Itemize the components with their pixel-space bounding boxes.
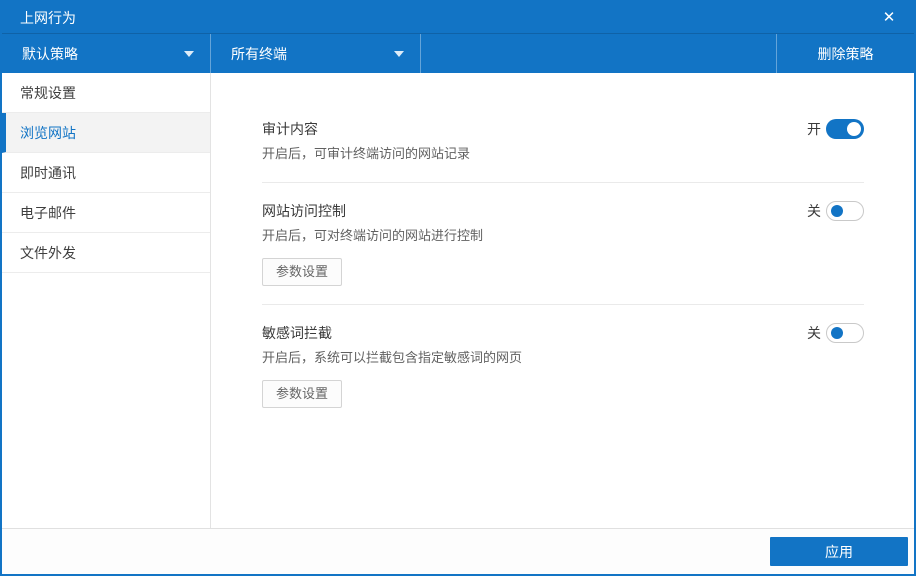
section-head: 敏感词拦截 关 [262,323,864,343]
toggle-wrap: 关 [807,323,864,343]
setting-description: 开启后，可对终端访问的网站进行控制 [262,228,484,243]
sidebar-item-browse-websites[interactable]: 浏览网站 [2,113,210,153]
chevron-down-icon [184,50,194,57]
sidebar-item-file-outgoing[interactable]: 文件外发 [2,233,210,273]
setting-description: 开启后，系统可以拦截包含指定敏感词的网页 [262,350,523,365]
settings-content: 审计内容 开 开启后，可审计终端访问的网站记录 网站访问控制 关 开启后，可对终… [211,73,914,528]
sidebar: 常规设置 浏览网站 即时通讯 电子邮件 文件外发 [2,73,211,528]
sidebar-item-email[interactable]: 电子邮件 [2,193,210,233]
website-access-control-toggle[interactable] [826,201,864,221]
sensitive-word-blocking-toggle[interactable] [826,323,864,343]
toggle-knob [831,327,843,339]
setting-description: 开启后，可审计终端访问的网站记录 [262,146,471,161]
section-head: 网站访问控制 关 [262,201,864,221]
apply-button[interactable]: 应用 [770,537,908,566]
internet-behavior-dialog: 上网行为 ✕ 默认策略 所有终端 删除策略 常规设置 浏览网站 即时通讯 电子邮… [0,0,916,576]
setting-label: 网站访问控制 [262,203,346,219]
delete-policy-button[interactable]: 删除策略 [776,34,914,73]
setting-label: 审计内容 [262,121,318,137]
footer-bar: 应用 [2,528,914,574]
setting-label: 敏感词拦截 [262,325,332,341]
toggle-knob [847,122,861,136]
parameter-settings-button[interactable]: 参数设置 [262,380,343,408]
policy-dropdown-value: 默认策略 [22,45,78,62]
audit-content-toggle[interactable] [826,119,864,139]
toggle-state-label: 开 [807,121,821,137]
sidebar-item-instant-messaging[interactable]: 即时通讯 [2,153,210,193]
dialog-body: 常规设置 浏览网站 即时通讯 电子邮件 文件外发 审计内容 开 开启后，可审计终… [2,73,914,528]
toggle-state-label: 关 [807,203,821,219]
policy-dropdown[interactable]: 默认策略 [2,34,211,73]
setting-section-website-access-control: 网站访问控制 关 开启后，可对终端访问的网站进行控制 参数设置 [262,183,864,305]
terminal-dropdown[interactable]: 所有终端 [211,34,421,73]
close-icon[interactable]: ✕ [878,7,900,29]
terminal-dropdown-value: 所有终端 [231,45,287,62]
chevron-down-icon [394,50,404,57]
toggle-wrap: 开 [807,119,864,139]
setting-section-sensitive-word-blocking: 敏感词拦截 关 开启后，系统可以拦截包含指定敏感词的网页 参数设置 [262,305,864,426]
section-head: 审计内容 开 [262,119,864,139]
toggle-state-label: 关 [807,325,821,341]
parameter-settings-button[interactable]: 参数设置 [262,258,343,286]
title-bar: 上网行为 ✕ [2,2,914,33]
setting-section-audit-content: 审计内容 开 开启后，可审计终端访问的网站记录 [262,73,864,183]
toggle-wrap: 关 [807,201,864,221]
window-title: 上网行为 [20,9,76,26]
toggle-knob [831,205,843,217]
toolbar: 默认策略 所有终端 删除策略 [2,33,914,73]
sidebar-item-general-settings[interactable]: 常规设置 [2,73,210,113]
